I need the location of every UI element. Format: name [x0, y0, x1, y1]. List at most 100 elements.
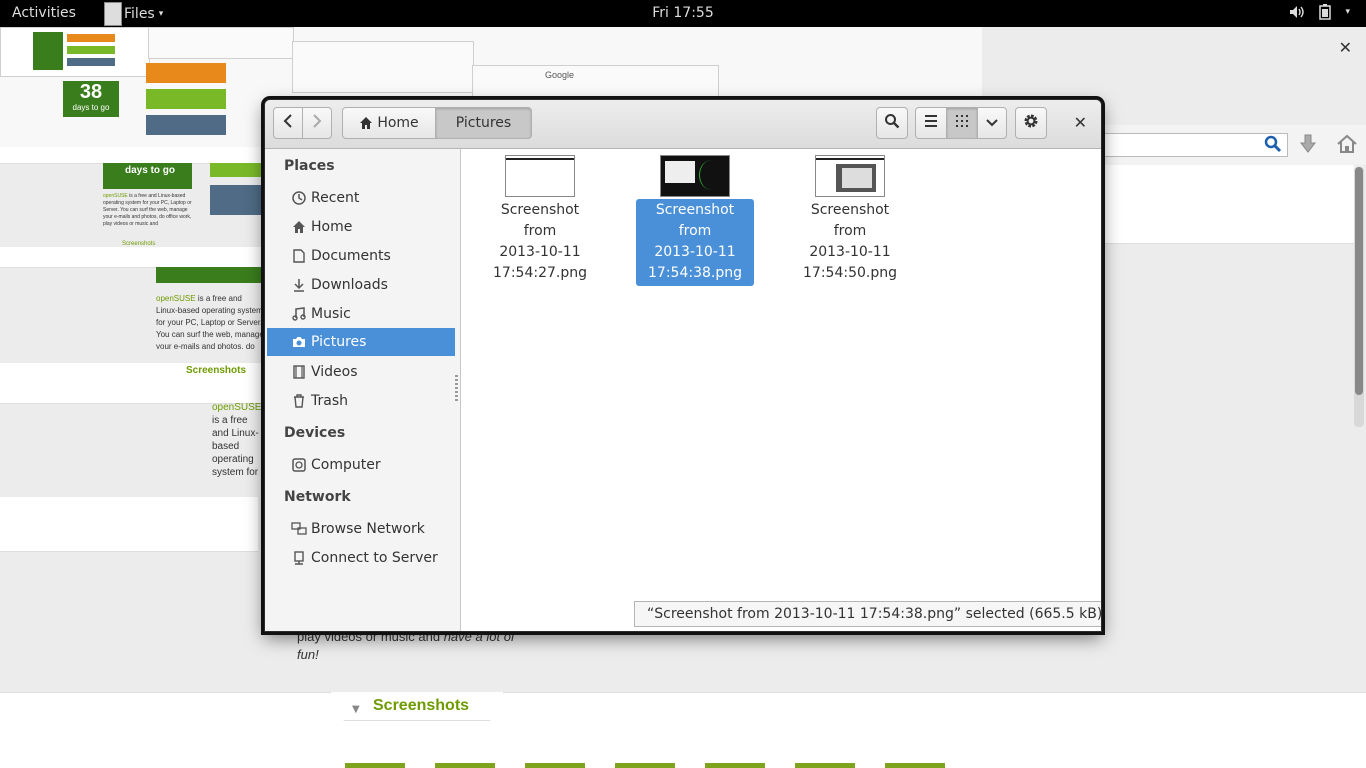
file-view[interactable]: Screenshot from 2013-10-11 17:54:27.png Sc… [461, 149, 1101, 631]
browser-toolbar-right [1100, 125, 1366, 165]
download-icon [291, 277, 307, 293]
system-menu-chevron-icon[interactable]: ▾ [1345, 7, 1350, 17]
music-icon [291, 306, 307, 322]
forward-button[interactable] [302, 107, 332, 139]
banner-create-it[interactable] [146, 115, 226, 135]
files-window: Home Pictures ✕ Places Recent Home Docum… [264, 99, 1102, 632]
clock-icon [291, 190, 307, 206]
nested-browser-2 [148, 27, 294, 59]
sidebar-item-connect-server[interactable]: Connect to Server [267, 544, 455, 572]
breadcrumb-pictures[interactable]: Pictures [435, 107, 532, 139]
file-item[interactable]: Screenshot from 2013-10-11 17:54:27.png [481, 155, 599, 286]
harddisk-icon [291, 457, 307, 473]
search-icon [884, 113, 900, 133]
sidebar-item-videos[interactable]: Videos [267, 358, 455, 386]
sidebar-item-label: Videos [311, 364, 358, 380]
thumb-strip-4 [0, 497, 258, 552]
view-options-button[interactable] [977, 107, 1007, 139]
file-thumbnail [505, 155, 575, 197]
banner-orange-small [67, 34, 115, 42]
search-button[interactable] [876, 107, 908, 139]
app-menu-label: Files [124, 5, 155, 22]
sidebar-item-label: Browse Network [311, 521, 425, 537]
home-icon [359, 116, 373, 130]
countdown-box: 38 days to go [63, 81, 119, 117]
sidebar-item-label: Trash [311, 393, 348, 409]
file-name: Screenshot from 2013-10-11 17:54:27.png [493, 202, 587, 281]
nested-browser-4: Google [472, 65, 719, 103]
places-heading: Places [284, 158, 335, 174]
green-strip [156, 267, 266, 283]
sidebar-item-label: Downloads [311, 277, 388, 293]
sidebar-item-trash[interactable]: Trash [267, 387, 455, 415]
sidebar-item-recent[interactable]: Recent [267, 184, 455, 212]
file-item[interactable]: Screenshot from 2013-10-11 17:54:50.png [791, 155, 909, 286]
search-field-bg[interactable] [1100, 133, 1288, 157]
triangle-down-icon: ▼ [352, 704, 360, 715]
sidebar: Places Recent Home Documents Downloads M… [265, 149, 461, 631]
file-name: Screenshot from 2013-10-11 17:54:50.png [803, 202, 897, 281]
document-icon [291, 248, 307, 264]
sidebar-item-music[interactable]: Music [267, 300, 455, 328]
volume-icon[interactable] [1289, 4, 1305, 20]
sidebar-item-computer[interactable]: Computer [267, 451, 455, 479]
app-menu[interactable]: Files ▾ [104, 0, 163, 27]
banner-mid-green [210, 163, 266, 177]
go-forward-icon [312, 114, 322, 132]
file-item-selected[interactable]: Screenshot from 2013-10-11 17:54:38.png [636, 155, 754, 286]
countdown-number: 38 [79, 81, 103, 103]
home-icon[interactable] [1336, 133, 1358, 159]
clock[interactable]: Fri 17:55 [652, 5, 713, 21]
chevron-down-icon: ▾ [158, 8, 164, 19]
go-back-icon [283, 114, 293, 132]
page-white-block [1100, 165, 1354, 244]
breadcrumb-home[interactable]: Home [342, 107, 436, 139]
screenshots-link-small[interactable]: Screenshots [186, 365, 246, 376]
sidebar-resize-handle[interactable] [455, 375, 458, 403]
banner-green-small [67, 46, 115, 54]
sidebar-item-pictures[interactable]: Pictures [267, 328, 455, 356]
banner-get-it[interactable] [146, 63, 226, 83]
camera-icon [291, 334, 307, 350]
scrollbar-thumb[interactable] [1355, 167, 1363, 395]
sidebar-item-label: Connect to Server [311, 550, 438, 566]
nested-browser-3 [292, 41, 474, 93]
sidebar-item-home[interactable]: Home [267, 213, 455, 241]
countdown-label: days to go [72, 103, 110, 112]
file-name: Screenshot from 2013-10-11 17:54:38.png [636, 199, 754, 286]
days-banner-mid: days to go [103, 163, 192, 189]
search-icon[interactable] [1264, 135, 1282, 157]
scrollbar[interactable] [1354, 167, 1364, 427]
browser-close-icon[interactable]: ✕ [1339, 38, 1352, 57]
sidebar-item-documents[interactable]: Documents [267, 242, 455, 270]
list-view-button[interactable] [915, 107, 947, 139]
file-thumbnail [815, 155, 885, 197]
header-bar: Home Pictures ✕ [265, 100, 1101, 149]
gear-icon [1023, 113, 1039, 133]
breadcrumb-home-label: Home [377, 115, 419, 131]
close-icon[interactable]: ✕ [1074, 113, 1087, 132]
sidebar-item-label: Computer [311, 457, 381, 473]
body-text-medium: openSUSE is a free and Linux-based opera… [212, 402, 262, 477]
list-icon [924, 115, 938, 131]
home-icon [291, 219, 307, 235]
cut-off-heading [345, 763, 965, 768]
grid-icon [956, 115, 968, 131]
network-icon [291, 521, 307, 537]
activities-button[interactable]: Activities [12, 5, 76, 21]
film-icon [291, 364, 307, 380]
days-box-small [33, 32, 63, 70]
screenshots-section [0, 692, 1366, 768]
thumb-strip-1 [0, 147, 292, 164]
sidebar-item-browse-network[interactable]: Browse Network [267, 515, 455, 543]
banner-discover-it[interactable] [146, 89, 226, 109]
network-heading: Network [284, 489, 351, 505]
screenshots-heading[interactable]: Screenshots [373, 697, 469, 715]
battery-icon[interactable] [1317, 4, 1333, 20]
grid-view-button[interactable] [946, 107, 978, 139]
back-button[interactable] [273, 107, 303, 139]
sidebar-item-downloads[interactable]: Downloads [267, 271, 455, 299]
sidebar-item-label: Home [311, 219, 353, 235]
download-icon[interactable] [1298, 133, 1318, 159]
settings-button[interactable] [1015, 107, 1047, 139]
